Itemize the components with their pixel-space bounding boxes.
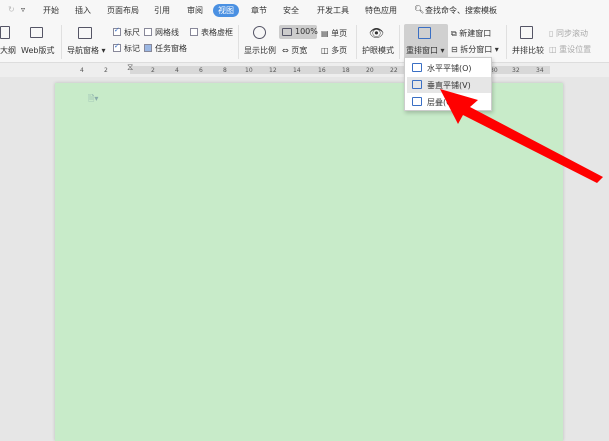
red-arrow-annotation bbox=[440, 89, 603, 183]
